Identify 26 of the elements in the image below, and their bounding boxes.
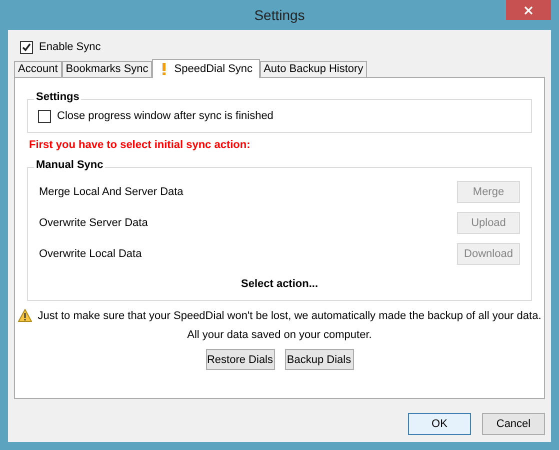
checkbox-label: Close progress window after sync is finished [57, 110, 274, 122]
checkbox[interactable] [38, 110, 51, 122]
checkbox[interactable] [20, 40, 33, 54]
exclamation-icon [162, 63, 166, 75]
action-label: Overwrite Server Data [39, 216, 148, 228]
warning-icon [18, 309, 32, 322]
window-title: Settings [254, 7, 305, 23]
tab[interactable]: SpeedDial Sync [152, 59, 260, 78]
status-text: Select action... [240, 278, 320, 290]
group-title: Manual Sync [34, 159, 106, 171]
warning-text: First you have to select initial sync action: [29, 139, 252, 151]
close-icon [524, 6, 533, 14]
backup-button[interactable]: Restore Dials [206, 349, 274, 370]
group-title: Settings [34, 91, 82, 103]
backup-button[interactable]: Backup Dials [284, 349, 354, 370]
checkbox-label: Enable Sync [39, 41, 101, 53]
tab[interactable]: Auto Backup History [260, 61, 368, 77]
tab[interactable]: Account [14, 61, 62, 77]
dialog-button[interactable]: OK [408, 413, 471, 435]
action-label: Merge Local And Server Data [39, 186, 184, 198]
tab[interactable]: Bookmarks Sync [62, 61, 152, 77]
info-text: All your data saved on your computer. [186, 329, 373, 341]
action-label: Overwrite Local Data [39, 248, 142, 260]
notice-text: Just to make sure that your SpeedDial won't be lost, we automatically made the backup of all your data. [38, 310, 542, 322]
dialog-button[interactable]: Cancel [482, 413, 545, 435]
close-button[interactable] [506, 0, 551, 20]
